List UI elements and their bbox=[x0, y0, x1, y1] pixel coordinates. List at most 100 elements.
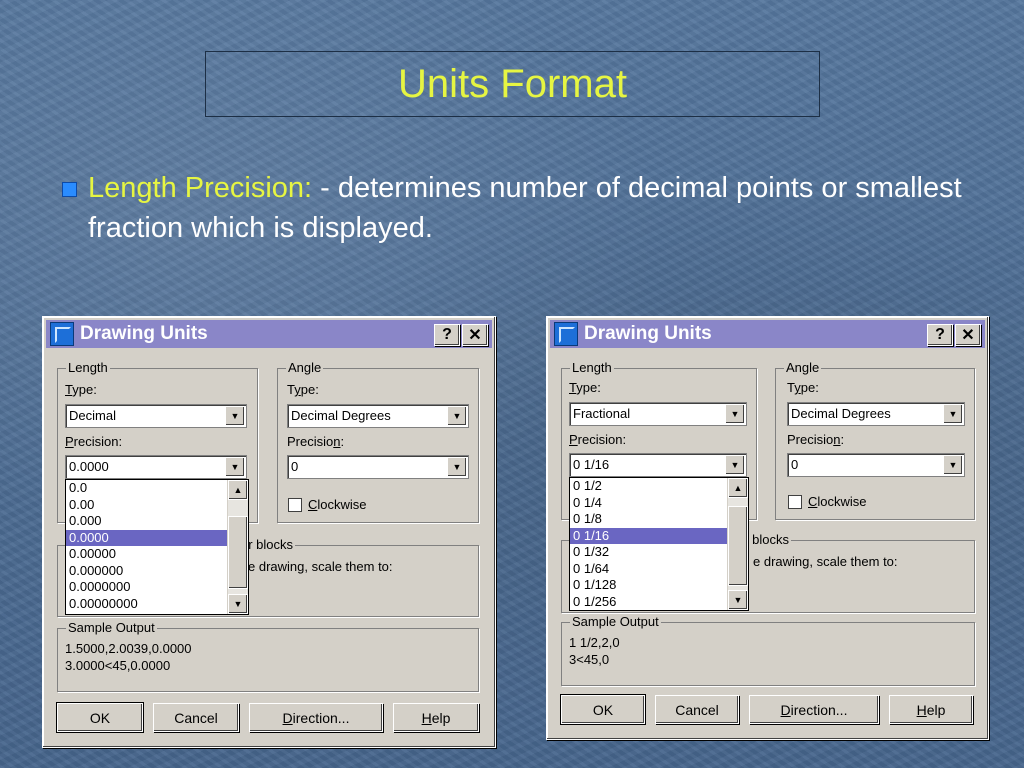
clockwise-checkbox[interactable] bbox=[288, 498, 302, 512]
sample-output-legend: Sample Output bbox=[66, 620, 157, 635]
blocks-text-partial: e drawing, scale them to: bbox=[248, 559, 393, 574]
angle-precision-value: 0 bbox=[291, 459, 299, 474]
length-precision-dropdown-list[interactable]: 0 1/2 0 1/4 0 1/8 0 1/16 0 1/32 0 1/64 0 1/128… bbox=[569, 477, 749, 611]
dropdown-option[interactable]: 0 1/128 bbox=[570, 577, 748, 594]
close-button[interactable]: ✕ bbox=[955, 324, 981, 346]
blocks-text-partial: e drawing, scale them to: bbox=[753, 554, 898, 569]
dropdown-option[interactable]: 0.00000 bbox=[66, 546, 248, 563]
angle-type-value: Decimal Degrees bbox=[291, 408, 391, 423]
dropdown-option[interactable]: 0 1/64 bbox=[570, 561, 748, 578]
angle-legend: Angle bbox=[286, 360, 324, 375]
scroll-down-icon[interactable]: ▼ bbox=[728, 590, 748, 610]
length-legend: Length bbox=[570, 360, 614, 375]
sample-output-line1: 1.5000,2.0039,0.0000 bbox=[65, 641, 192, 656]
scroll-thumb[interactable] bbox=[228, 516, 248, 589]
angle-type-select[interactable]: Decimal Degrees ▼ bbox=[787, 402, 965, 426]
length-precision-value: 0.0000 bbox=[69, 459, 109, 474]
dropdown-options: 0 1/2 0 1/4 0 1/8 0 1/16 0 1/32 0 1/64 0 1/128… bbox=[570, 478, 748, 610]
drawing-units-dialog-fractional: Drawing Units ? ✕ Length Type: Fractiona… bbox=[546, 316, 989, 740]
scroll-up-icon[interactable]: ▲ bbox=[728, 478, 748, 498]
length-precision-dropdown-list[interactable]: 0.0 0.00 0.000 0.0000 0.00000 0.000000 0.00000… bbox=[65, 479, 249, 615]
dropdown-scrollbar[interactable]: ▲ ▼ bbox=[227, 480, 248, 614]
dropdown-option[interactable]: 0.00000000 bbox=[66, 596, 248, 613]
dropdown-option[interactable]: 0.0000000 bbox=[66, 579, 248, 596]
scroll-thumb[interactable] bbox=[728, 506, 748, 586]
square-bullet-icon bbox=[62, 182, 77, 197]
dropdown-option[interactable]: 0 1/4 bbox=[570, 495, 748, 512]
sample-output-line2: 3.0000<45,0.0000 bbox=[65, 658, 171, 673]
length-type-select[interactable]: Decimal ▼ bbox=[65, 404, 247, 428]
sample-output-line2: 3<45,0 bbox=[569, 652, 610, 667]
sample-output-legend: Sample Output bbox=[570, 614, 661, 629]
slide-title: Units Format bbox=[205, 51, 820, 117]
angle-precision-label: Precision: bbox=[287, 434, 345, 449]
length-type-label: Type: bbox=[65, 382, 97, 397]
length-type-label: Type: bbox=[569, 380, 601, 395]
scroll-up-icon[interactable]: ▲ bbox=[228, 480, 248, 500]
chevron-down-icon[interactable]: ▼ bbox=[447, 457, 467, 477]
dropdown-option[interactable]: 0 1/32 bbox=[570, 544, 748, 561]
context-help-button[interactable]: ? bbox=[434, 324, 460, 346]
dialog-title-bar[interactable]: Drawing Units ? ✕ bbox=[46, 320, 492, 348]
dropdown-option[interactable]: 0.000000 bbox=[66, 563, 248, 580]
length-precision-label: Precision: bbox=[569, 432, 627, 447]
dropdown-option[interactable]: 0.0000 bbox=[66, 529, 248, 546]
close-button[interactable]: ✕ bbox=[462, 324, 488, 346]
dropdown-scrollbar[interactable]: ▲ ▼ bbox=[727, 478, 748, 610]
dialog-title: Drawing Units bbox=[80, 323, 208, 344]
bullet-label: Length Precision: bbox=[88, 172, 313, 204]
direction-button[interactable]: Direction... bbox=[749, 695, 879, 724]
dropdown-option[interactable]: 0 1/256 bbox=[570, 594, 748, 611]
dialog-title-bar[interactable]: Drawing Units ? ✕ bbox=[550, 320, 985, 348]
angle-type-value: Decimal Degrees bbox=[791, 406, 891, 421]
clockwise-checkbox[interactable] bbox=[788, 495, 802, 509]
chevron-down-icon[interactable]: ▼ bbox=[447, 406, 467, 426]
autocad-app-icon bbox=[554, 322, 578, 346]
cancel-button[interactable]: Cancel bbox=[153, 703, 239, 732]
sample-output-line1: 1 1/2,2,0 bbox=[569, 635, 620, 650]
dropdown-option[interactable]: 0 1/2 bbox=[570, 478, 748, 495]
scroll-down-icon[interactable]: ▼ bbox=[228, 594, 248, 614]
length-precision-label: Precision: bbox=[65, 434, 123, 449]
dropdown-options: 0.0 0.00 0.000 0.0000 0.00000 0.000000 0.00000… bbox=[66, 480, 248, 612]
chevron-down-icon[interactable]: ▼ bbox=[225, 457, 245, 477]
context-help-button[interactable]: ? bbox=[927, 324, 953, 346]
autocad-app-icon bbox=[50, 322, 74, 346]
cancel-button[interactable]: Cancel bbox=[655, 695, 739, 724]
length-precision-select[interactable]: 0.0000 ▼ bbox=[65, 455, 247, 479]
dropdown-option[interactable]: 0.00 bbox=[66, 497, 248, 514]
chevron-down-icon[interactable]: ▼ bbox=[225, 406, 245, 426]
sample-output-group: Sample Output bbox=[561, 614, 975, 686]
length-type-select[interactable]: Fractional ▼ bbox=[569, 402, 747, 426]
dropdown-option[interactable]: 0 1/16 bbox=[570, 527, 748, 544]
bullet-item: Length Precision: - determines number of… bbox=[62, 168, 982, 248]
help-button[interactable]: Help bbox=[889, 695, 973, 724]
dialog-title: Drawing Units bbox=[584, 323, 712, 344]
ok-button[interactable]: OK bbox=[57, 703, 143, 732]
drawing-units-dialog-decimal: Drawing Units ? ✕ Length Type: Decimal ▼… bbox=[42, 316, 496, 748]
length-precision-value: 0 1/16 bbox=[573, 457, 610, 472]
clockwise-label[interactable]: Clockwise bbox=[308, 497, 367, 512]
angle-precision-select[interactable]: 0 ▼ bbox=[787, 453, 965, 477]
ok-button[interactable]: OK bbox=[561, 695, 645, 724]
chevron-down-icon[interactable]: ▼ bbox=[725, 455, 745, 475]
slide-title-text: Units Format bbox=[398, 61, 627, 106]
angle-type-label: Type: bbox=[787, 380, 819, 395]
clockwise-label[interactable]: Clockwise bbox=[808, 494, 867, 509]
angle-type-select[interactable]: Decimal Degrees ▼ bbox=[287, 404, 469, 428]
dropdown-option[interactable]: 0.000 bbox=[66, 513, 248, 530]
chevron-down-icon[interactable]: ▼ bbox=[943, 455, 963, 475]
help-button[interactable]: Help bbox=[393, 703, 479, 732]
length-legend: Length bbox=[66, 360, 110, 375]
direction-button[interactable]: Direction... bbox=[249, 703, 383, 732]
dropdown-option[interactable]: 0 1/8 bbox=[570, 511, 748, 528]
angle-precision-select[interactable]: 0 ▼ bbox=[287, 455, 469, 479]
dropdown-option[interactable]: 0.0 bbox=[66, 480, 248, 497]
chevron-down-icon[interactable]: ▼ bbox=[943, 404, 963, 424]
angle-legend: Angle bbox=[784, 360, 822, 375]
chevron-down-icon[interactable]: ▼ bbox=[725, 404, 745, 424]
length-type-value: Decimal bbox=[69, 408, 116, 423]
angle-precision-value: 0 bbox=[791, 457, 799, 472]
angle-precision-label: Precision: bbox=[787, 432, 845, 447]
length-precision-select[interactable]: 0 1/16 ▼ bbox=[569, 453, 747, 477]
